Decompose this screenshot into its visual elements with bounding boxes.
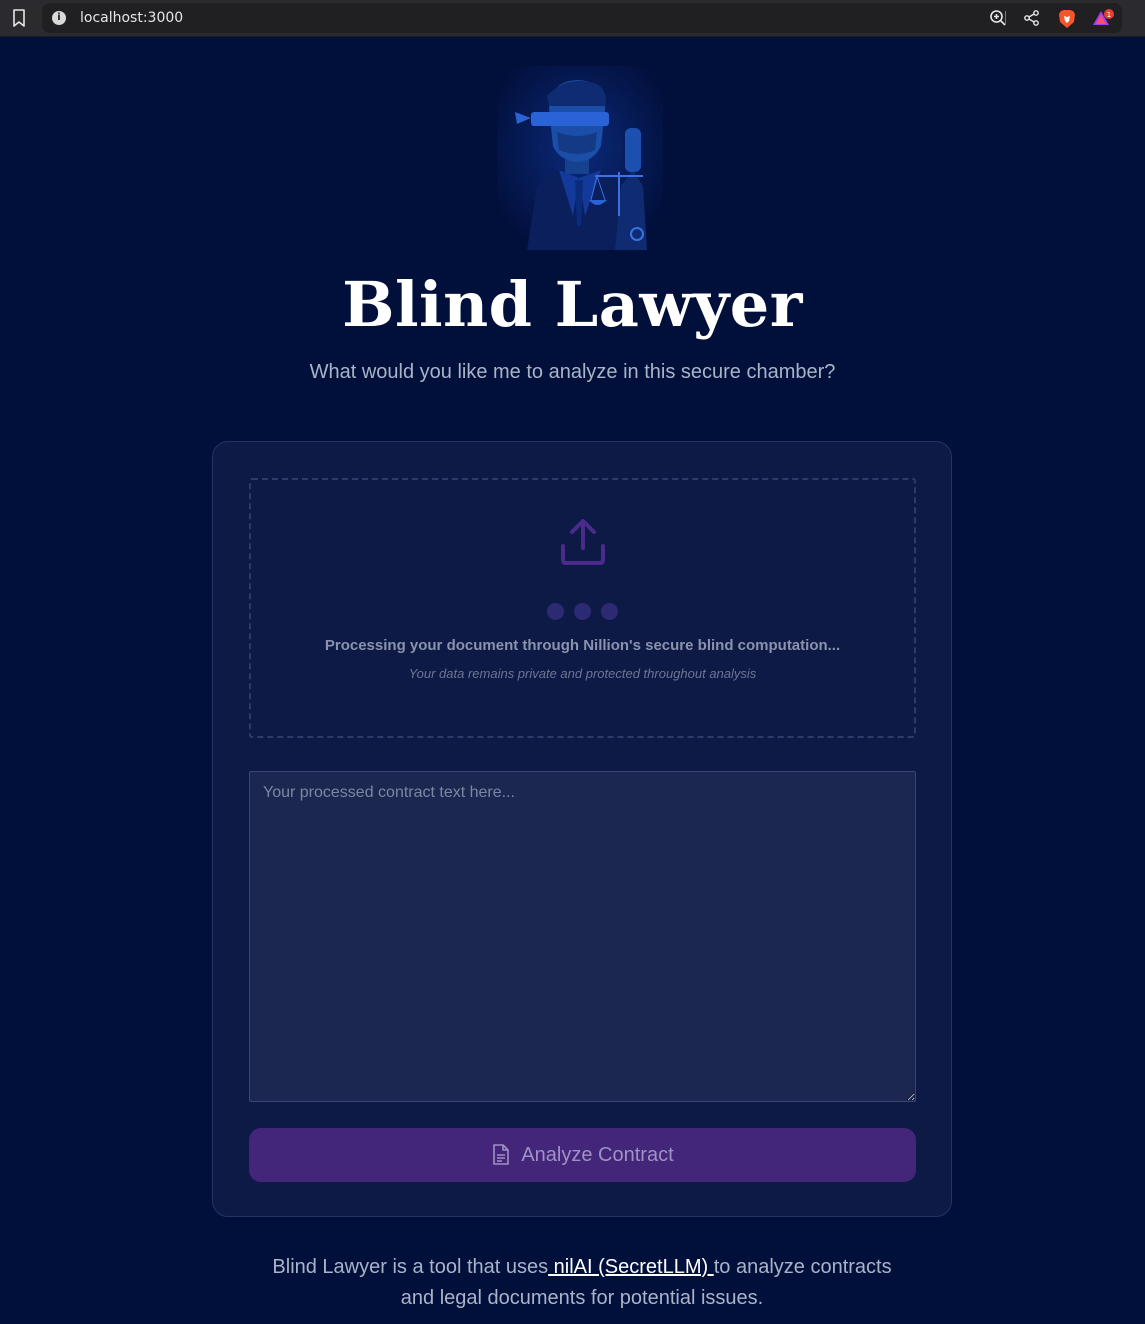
rewards-badge: 1: [1107, 11, 1111, 19]
page-title: Blind Lawyer: [342, 268, 803, 341]
processing-status: Processing your document through Nillion…: [324, 637, 841, 654]
upload-dropzone[interactable]: Processing your document through Nillion…: [249, 478, 916, 738]
nilai-link[interactable]: nilAI (SecretLLM): [548, 1256, 714, 1278]
share-icon[interactable]: [1023, 9, 1041, 27]
document-icon: [491, 1144, 511, 1166]
upload-icon: [560, 518, 606, 566]
loading-dot: [601, 603, 618, 620]
url-text[interactable]: localhost:3000: [80, 10, 183, 26]
analyze-button-label: Analyze Contract: [521, 1143, 674, 1166]
toolbar-divider: [1005, 11, 1006, 25]
bookmark-icon[interactable]: [10, 8, 28, 28]
loading-indicator: [547, 603, 621, 621]
loading-dot: [547, 603, 564, 620]
page-subtitle: What would you like me to analyze in thi…: [309, 361, 836, 383]
loading-dot: [574, 603, 591, 620]
footer-description: Blind Lawyer is a tool that uses nilAI (…: [272, 1252, 892, 1314]
privacy-note: Your data remains private and protected …: [408, 666, 757, 681]
info-icon[interactable]: i: [52, 11, 66, 25]
browser-toolbar: i localhost:3000 1: [0, 0, 1145, 37]
brave-rewards-icon[interactable]: 1: [1092, 9, 1114, 27]
analyze-contract-button[interactable]: Analyze Contract: [249, 1128, 916, 1182]
analysis-card: Processing your document through Nillion…: [212, 441, 952, 1217]
address-bar[interactable]: i localhost:3000 1: [42, 3, 1122, 33]
footer-text-before: Blind Lawyer is a tool that uses: [272, 1256, 549, 1278]
contract-text-area[interactable]: [249, 771, 916, 1102]
blindfolded-robot-lawyer-logo: [497, 66, 663, 250]
brave-shield-icon[interactable]: [1058, 9, 1076, 28]
